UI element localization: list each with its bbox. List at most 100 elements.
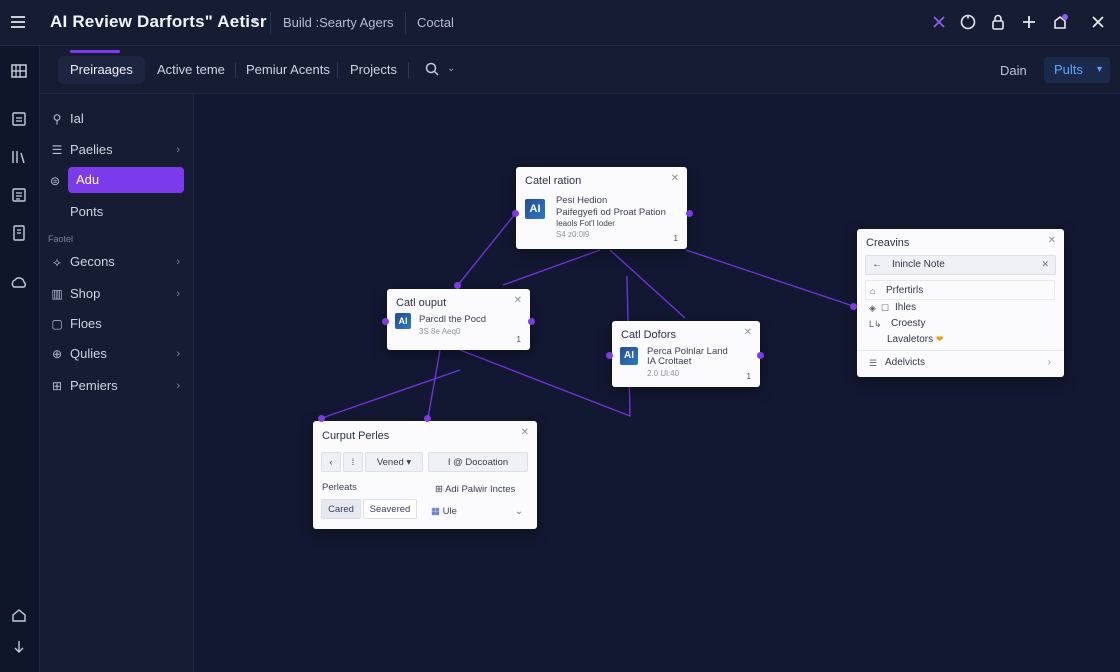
panel-row[interactable]: ◈ ☐ Ihles bbox=[865, 300, 1055, 316]
globe-icon: ⊕ bbox=[51, 347, 63, 361]
sidebar-item-gecons[interactable]: ⟡ Gecons › bbox=[48, 249, 184, 275]
lock-icon[interactable] bbox=[989, 13, 1007, 31]
node-port[interactable] bbox=[528, 318, 535, 325]
tree-branch-icon: L↳ bbox=[869, 319, 882, 329]
clear-icon[interactable]: ✕ bbox=[1041, 259, 1049, 270]
cloud-icon[interactable] bbox=[10, 274, 28, 292]
document-icon[interactable] bbox=[10, 110, 28, 128]
divider bbox=[270, 12, 271, 34]
rule-select[interactable]: ▦ Ule ⌄ bbox=[431, 506, 529, 522]
grid-view-icon[interactable] bbox=[10, 62, 28, 80]
refresh-icon[interactable] bbox=[959, 13, 977, 31]
view-select[interactable]: Vened ▾ bbox=[365, 452, 423, 472]
pults-button[interactable]: Pults ▾ bbox=[1044, 57, 1110, 83]
node-text-line: Ieaols Fot'l Ioder bbox=[556, 219, 615, 228]
sidebar-item-qulies[interactable]: ⊕ Qulies › bbox=[48, 341, 184, 367]
sidebar-item-ial[interactable]: ⚲ Ial bbox=[48, 106, 184, 132]
home-icon[interactable] bbox=[10, 606, 28, 624]
note-input[interactable]: ← Inincle Note ✕ bbox=[865, 255, 1056, 275]
node-count: 1 bbox=[746, 372, 751, 381]
list-icon: ☰ bbox=[869, 358, 878, 368]
sidebar-item-ponts[interactable]: Ponts bbox=[48, 199, 184, 225]
cared-button[interactable]: Cared bbox=[321, 499, 361, 519]
close-icon[interactable]: ✕ bbox=[514, 295, 522, 306]
node-card-dolors[interactable]: Catl Dofors ✕ AI Perca Polnlar Land IA C… bbox=[612, 321, 760, 387]
close-icon[interactable]: ✕ bbox=[671, 173, 679, 184]
library-icon[interactable] bbox=[10, 148, 28, 166]
panel-row-label: Prfertirls bbox=[886, 285, 924, 296]
chevron-down-icon[interactable]: ⌄ bbox=[447, 63, 455, 74]
icon-rail bbox=[0, 46, 40, 672]
docoation-label: @ Docoation bbox=[453, 457, 509, 468]
divider bbox=[408, 62, 409, 78]
tab-projects[interactable]: Projects bbox=[338, 56, 409, 84]
sidebar-item-label: Floes bbox=[70, 316, 102, 331]
sidebar-item-label: Shop bbox=[70, 286, 101, 301]
menu-icon[interactable] bbox=[9, 13, 27, 31]
node-text-line: IA Croltaet bbox=[647, 356, 692, 367]
list-icon[interactable] bbox=[10, 186, 28, 204]
node-port[interactable] bbox=[512, 210, 519, 217]
dain-button[interactable]: Dain bbox=[1000, 63, 1027, 78]
sidebar-item-label: Gecons bbox=[70, 254, 115, 269]
chevron-down-icon: ⌄ bbox=[515, 506, 523, 517]
seavered-button[interactable]: Seavered bbox=[363, 499, 417, 519]
sidebar-item-label: Ial bbox=[70, 111, 84, 126]
add-indexes-link[interactable]: ⊞ Adi Palwir Inctes bbox=[435, 484, 515, 495]
tab-preiraages[interactable]: Preiraages bbox=[58, 50, 145, 84]
back-button[interactable]: ‹ bbox=[321, 452, 341, 472]
app-title: AI Review Darforts" Aetisr bbox=[50, 12, 267, 31]
node-port[interactable] bbox=[318, 415, 325, 422]
ai-thumbnail: AI bbox=[620, 347, 638, 365]
sidebar-item-floes[interactable]: ▢ Floes bbox=[48, 311, 184, 337]
node-port[interactable] bbox=[606, 352, 613, 359]
panel-row[interactable]: ⌂ Prfertirls bbox=[865, 280, 1055, 300]
close-icon[interactable] bbox=[1089, 13, 1107, 31]
sidebar-item-pemiers[interactable]: ⊞ Pemiers › bbox=[48, 373, 184, 399]
sidebar-item-shop[interactable]: ▥ Shop › bbox=[48, 281, 184, 307]
close-icon[interactable]: ✕ bbox=[744, 327, 752, 338]
node-port[interactable] bbox=[686, 210, 693, 217]
notification-icon[interactable] bbox=[1051, 13, 1069, 31]
sidebar-item-label: Adu bbox=[76, 172, 100, 187]
node-title: Catl ouput bbox=[396, 297, 447, 309]
node-port[interactable] bbox=[757, 352, 764, 359]
sidebar-item-label: Qulies bbox=[70, 346, 107, 361]
file-icon: ▢ bbox=[51, 317, 63, 331]
close-x-accent-icon[interactable] bbox=[930, 13, 948, 31]
add-icon[interactable] bbox=[1020, 13, 1038, 31]
chevron-right-icon: › bbox=[176, 256, 180, 268]
search-icon[interactable] bbox=[424, 61, 440, 77]
tab-pemiur-acents[interactable]: Pemiur Acents bbox=[234, 56, 342, 84]
chevron-down-icon[interactable]: ▾ bbox=[252, 16, 257, 27]
docoation-button[interactable]: I @ Docoation bbox=[428, 452, 528, 472]
panel-row[interactable]: Lavaletors ❤ bbox=[865, 331, 1055, 347]
person-icon: ⚲ bbox=[52, 112, 62, 126]
sidebar-section-label: Faotel bbox=[48, 234, 74, 244]
node-port[interactable] bbox=[424, 415, 431, 422]
notes-icon[interactable] bbox=[10, 224, 28, 242]
close-icon[interactable]: ✕ bbox=[521, 427, 529, 438]
node-port[interactable] bbox=[850, 303, 857, 310]
close-icon[interactable]: ✕ bbox=[1048, 235, 1056, 246]
book-icon: ▥ bbox=[51, 287, 63, 301]
checkbox-icon[interactable]: ☐ bbox=[881, 300, 889, 316]
build-agents-link[interactable]: Build :Searty Agers bbox=[283, 15, 394, 30]
panel-row-advanced[interactable]: ☰ Adelvicts › bbox=[865, 353, 1055, 373]
sidebar-item-adu[interactable]: Adu bbox=[68, 167, 184, 193]
node-port[interactable] bbox=[382, 318, 389, 325]
coctal-link[interactable]: Coctal bbox=[417, 15, 454, 30]
chevron-down-icon: ▾ bbox=[1096, 64, 1102, 75]
tab-active-teme[interactable]: Active teme bbox=[145, 56, 237, 84]
node-card-main[interactable]: Catel ration ✕ AI Pesi Hedion Paifegyefi… bbox=[516, 167, 687, 249]
node-panel-creavins[interactable]: Creavins ✕ ← Inincle Note ✕ ⌂ Prfertirls… bbox=[857, 229, 1064, 377]
sidebar-item-paelies[interactable]: ☰ Paelies › bbox=[48, 137, 184, 163]
download-icon[interactable] bbox=[10, 638, 28, 656]
sidebar: ⚲ Ial ☰ Paelies › ⊜ Adu Ponts Faotel ⟡ G… bbox=[40, 94, 194, 672]
node-count: 1 bbox=[673, 234, 678, 243]
node-card-output[interactable]: Catl ouput ✕ AI Parcdl the Pocd 3S 8e Ae… bbox=[387, 289, 530, 350]
node-port[interactable] bbox=[454, 282, 461, 289]
node-panel-parties[interactable]: Curput Perles ✕ ‹ ⁞ Vened ▾ I @ Docoatio… bbox=[313, 421, 537, 529]
panel-row[interactable]: L↳ Croesty bbox=[865, 316, 1055, 332]
pipe-icon[interactable]: ⁞ bbox=[343, 452, 363, 472]
